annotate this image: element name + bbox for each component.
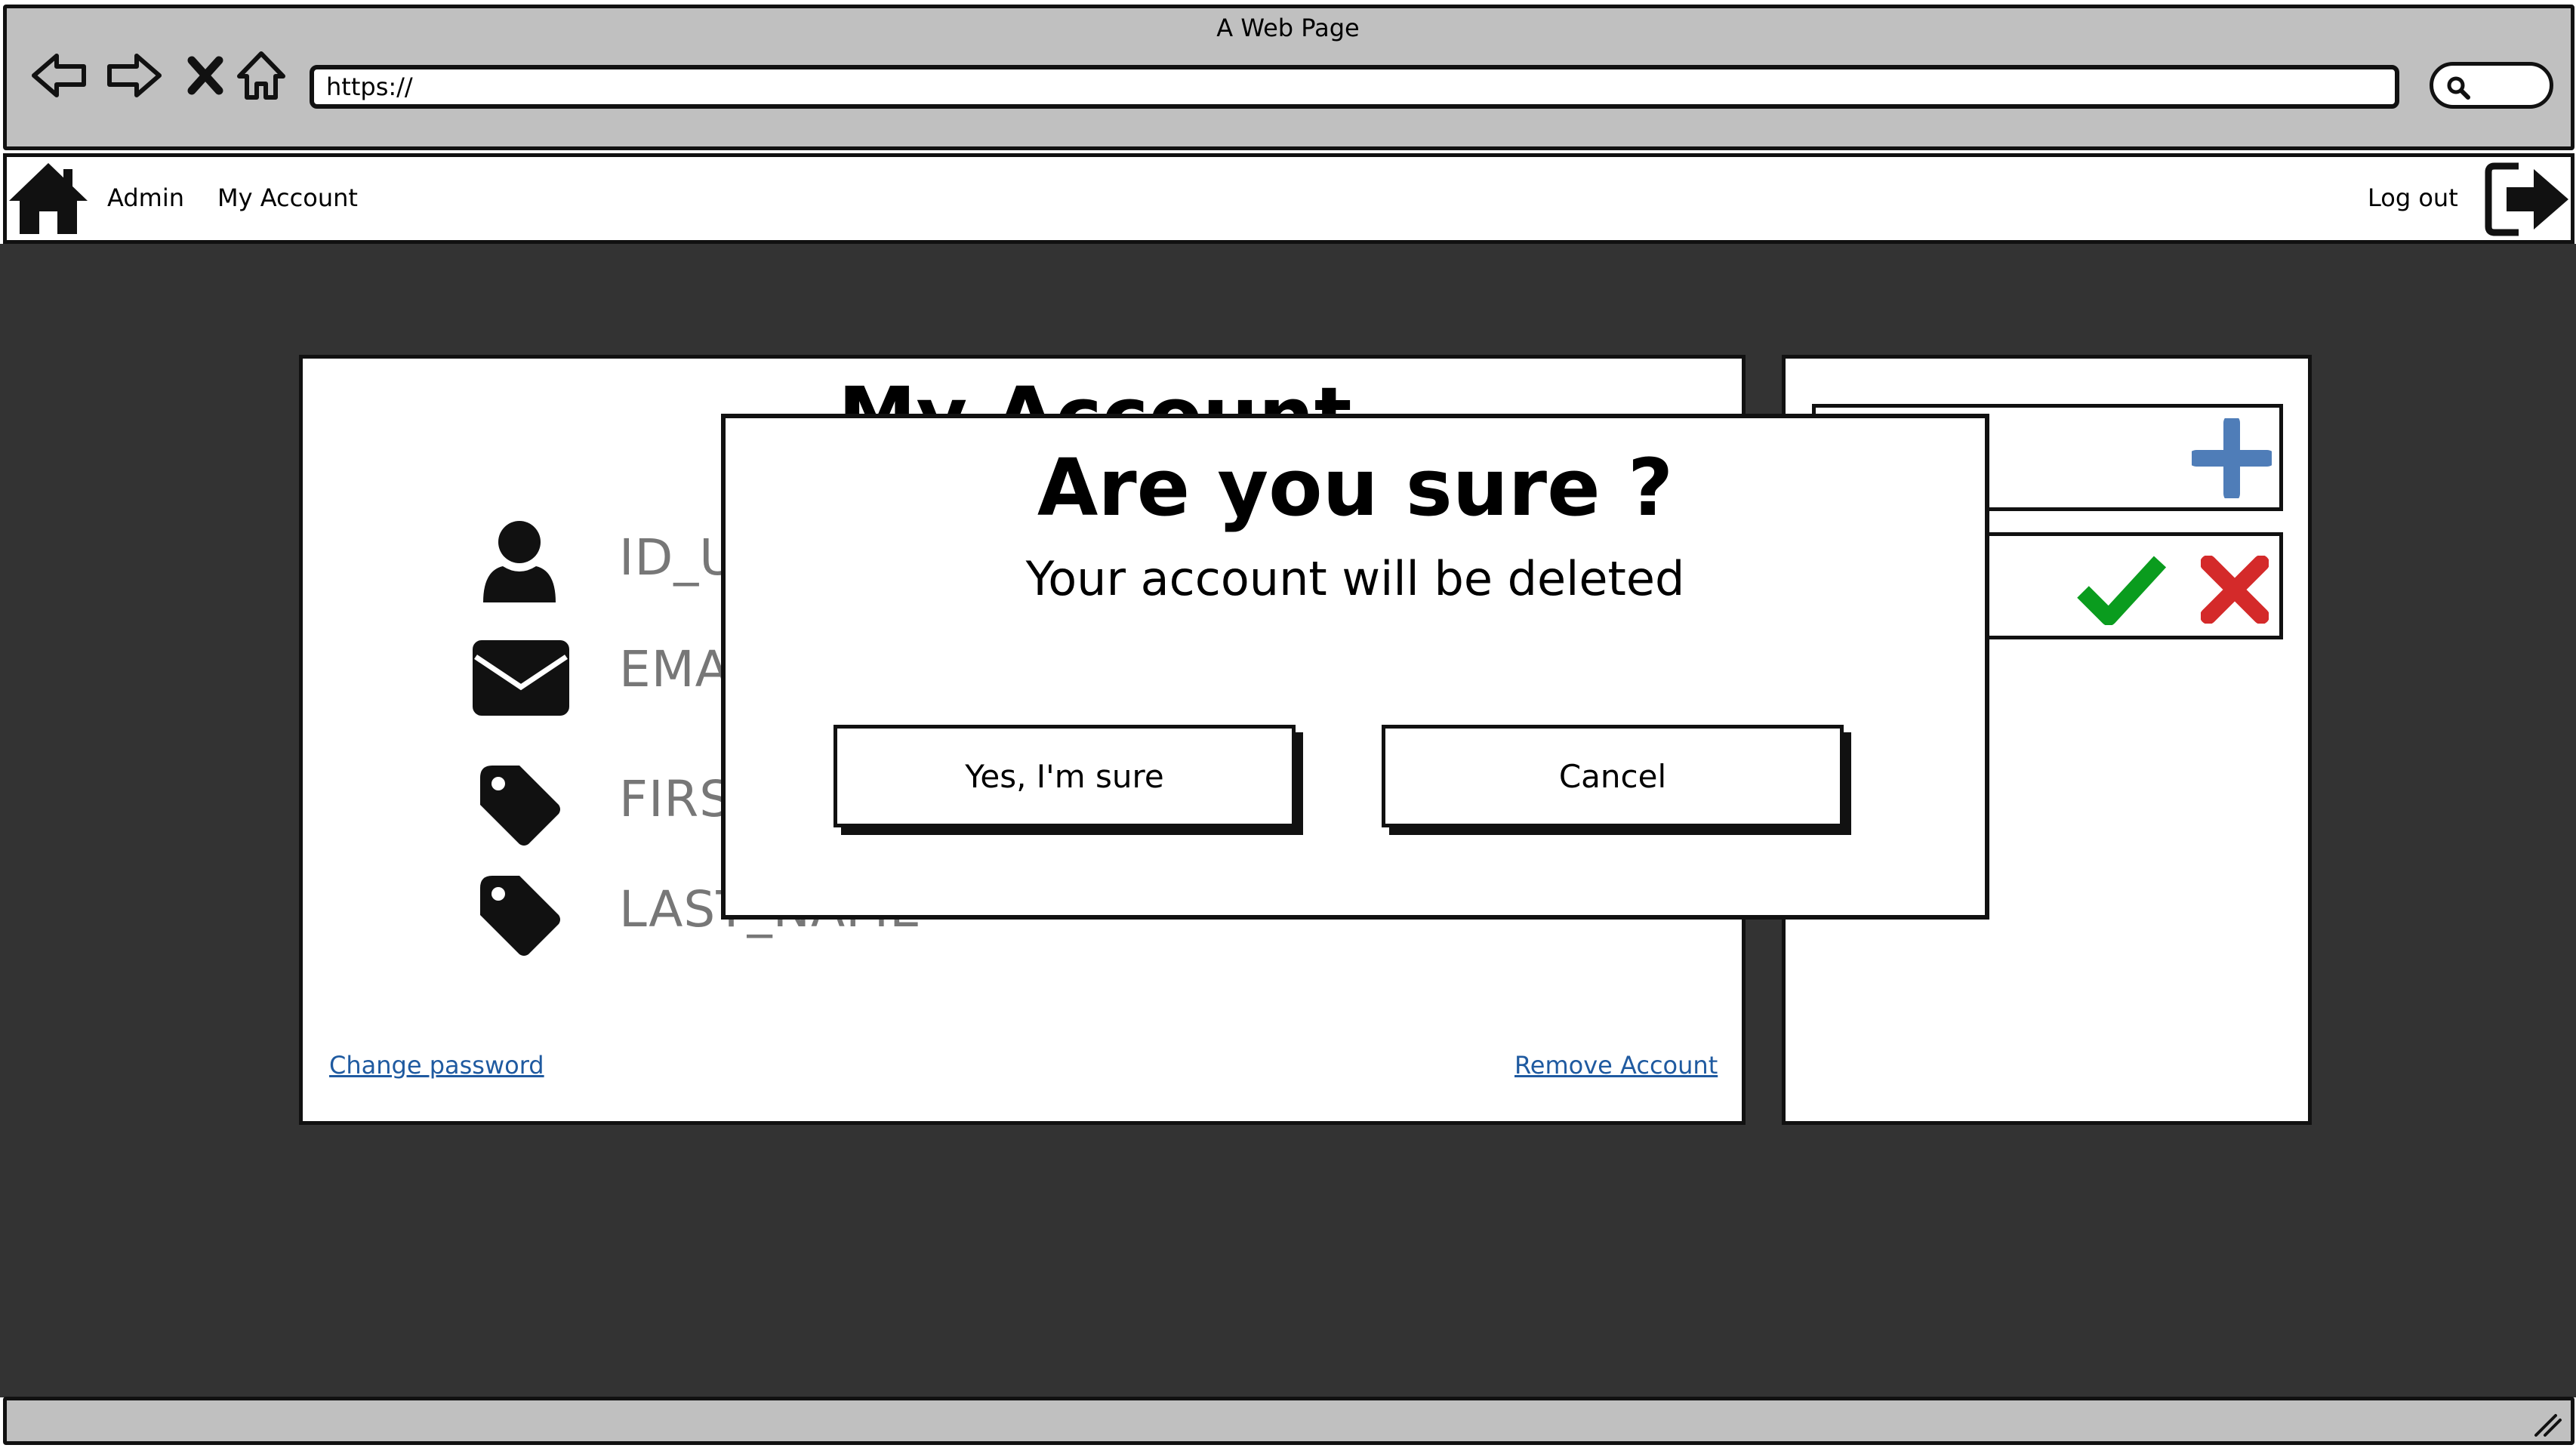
- search-button[interactable]: [2430, 62, 2553, 109]
- tag-icon: [474, 759, 563, 852]
- x-icon[interactable]: [2201, 556, 2269, 624]
- menu-item-admin[interactable]: Admin: [107, 180, 184, 216]
- home-icon[interactable]: [231, 45, 291, 106]
- menu-item-my-account[interactable]: My Account: [217, 180, 358, 216]
- plus-icon[interactable]: [2192, 418, 2272, 498]
- tag-icon: [474, 870, 563, 962]
- resize-grip-icon[interactable]: [2533, 1413, 2563, 1438]
- dialog-title: Are you sure ?: [1037, 442, 1674, 534]
- menu-bar: [3, 153, 2574, 244]
- remove-account-link[interactable]: Remove Account: [1514, 1051, 1718, 1080]
- user-icon: [480, 519, 559, 610]
- logout-icon[interactable]: [2484, 162, 2571, 237]
- back-icon[interactable]: [29, 45, 89, 106]
- check-icon[interactable]: [2077, 553, 2166, 625]
- home-menu-icon[interactable]: [6, 159, 91, 239]
- logout-link[interactable]: Log out: [2368, 180, 2458, 216]
- dialog-message: Your account will be deleted: [1025, 551, 1685, 606]
- cancel-button[interactable]: Cancel: [1382, 725, 1844, 827]
- envelope-icon: [471, 639, 571, 720]
- close-icon[interactable]: [175, 45, 236, 106]
- address-bar[interactable]: https://: [310, 65, 2399, 109]
- forward-icon[interactable]: [104, 45, 165, 106]
- change-password-link[interactable]: Change password: [329, 1051, 544, 1080]
- status-bar: [3, 1397, 2574, 1445]
- search-icon: [2447, 76, 2470, 100]
- window-title: A Web Page: [1216, 14, 1360, 42]
- confirm-delete-button[interactable]: Yes, I'm sure: [834, 725, 1296, 827]
